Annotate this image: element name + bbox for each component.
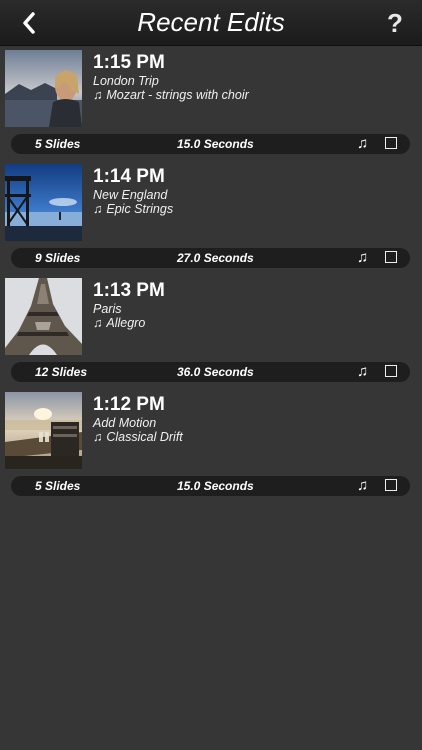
edit-name: Paris (93, 302, 122, 316)
edit-music: ♫ Mozart - strings with choir (93, 88, 249, 102)
duration: 27.0 Seconds (177, 251, 254, 265)
slide-count: 9 Slides (35, 251, 81, 265)
music-note-icon: ♫ (93, 430, 103, 444)
music-title: Mozart - strings with choir (106, 88, 249, 102)
select-checkbox[interactable] (385, 137, 397, 149)
thumbnail-add-motion[interactable] (5, 392, 82, 469)
select-checkbox[interactable] (385, 251, 397, 263)
edit-name: Add Motion (93, 416, 157, 430)
thumbnail-new-england[interactable] (5, 164, 82, 241)
edit-info-bar: 5 Slides 15.0 Seconds ♫ (11, 476, 410, 496)
edit-item[interactable]: 1:15 PM London Trip ♫ Mozart - strings wi… (0, 46, 422, 160)
thumbnail-paris[interactable] (5, 278, 82, 355)
edit-music: ♫ Classical Drift (93, 430, 183, 444)
edit-time: 1:15 PM (93, 52, 165, 73)
music-note-icon[interactable]: ♫ (357, 249, 368, 266)
page-title: Recent Edits (137, 7, 285, 37)
music-note-icon: ♫ (93, 88, 103, 102)
edit-name: London Trip (93, 74, 159, 88)
help-button[interactable]: ? (382, 8, 408, 38)
slide-count: 5 Slides (35, 479, 81, 493)
duration: 15.0 Seconds (177, 479, 254, 493)
edit-time: 1:12 PM (93, 394, 165, 415)
thumbnail-london[interactable] (5, 50, 82, 127)
edit-music: ♫ Epic Strings (93, 202, 173, 216)
music-note-icon: ♫ (93, 316, 103, 330)
slide-count: 12 Slides (35, 365, 88, 379)
edit-time: 1:14 PM (93, 166, 165, 187)
music-title: Allegro (106, 316, 146, 330)
select-checkbox[interactable] (385, 365, 397, 377)
duration: 36.0 Seconds (177, 365, 254, 379)
select-checkbox[interactable] (385, 479, 397, 491)
music-note-icon: ♫ (93, 202, 103, 216)
edit-info-bar: 9 Slides 27.0 Seconds ♫ (11, 248, 410, 268)
music-title: Epic Strings (106, 202, 174, 216)
top-bar: Recent Edits ? (0, 0, 422, 46)
slide-count: 5 Slides (35, 137, 81, 151)
edit-info-bar: 5 Slides 15.0 Seconds ♫ (11, 134, 410, 154)
edit-item[interactable]: 1:14 PM New England ♫ Epic Strings 9 Slid… (0, 160, 422, 274)
edit-music: ♫ Allegro (93, 316, 145, 330)
music-note-icon[interactable]: ♫ (357, 363, 368, 380)
music-title: Classical Drift (106, 430, 183, 444)
edit-item[interactable]: 1:13 PM Paris ♫ Allegro 12 Slides 36.0 Se… (0, 274, 422, 388)
music-note-icon[interactable]: ♫ (357, 477, 368, 494)
music-note-icon[interactable]: ♫ (357, 135, 368, 152)
edits-list: 1:15 PM London Trip ♫ Mozart - strings wi… (0, 46, 422, 502)
edit-info-bar: 12 Slides 36.0 Seconds ♫ (11, 362, 410, 382)
edit-name: New England (93, 188, 168, 202)
edit-time: 1:13 PM (93, 280, 165, 301)
edit-item[interactable]: 1:12 PM Add Motion ♫ Classical Drift 5 Sl… (0, 388, 422, 502)
duration: 15.0 Seconds (177, 137, 254, 151)
